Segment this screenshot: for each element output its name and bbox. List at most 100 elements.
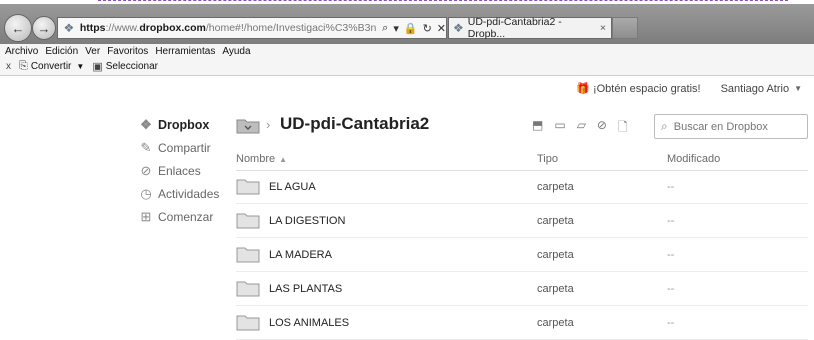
table-row[interactable]: LA MADERA carpeta -- xyxy=(236,238,808,272)
shared-folder-icon[interactable]: ▱ xyxy=(577,118,586,139)
free-space-link[interactable]: ¡Obtén espacio gratis! xyxy=(593,83,701,95)
sidebar-item-comenzar[interactable]: ⊞ Comenzar xyxy=(138,205,233,228)
chevron-down-icon[interactable]: ▼ xyxy=(794,84,802,93)
column-header-name[interactable]: Nombre ▲ xyxy=(236,153,537,165)
account-bar: 🎁 ¡Obtén espacio gratis! Santiago Atrio … xyxy=(576,82,802,96)
folder-icon xyxy=(236,213,260,229)
sidebar-item-label: Dropbox xyxy=(158,117,210,132)
tab-close-icon[interactable]: × xyxy=(600,22,606,34)
forward-arrow-icon: → xyxy=(37,20,51,36)
select-icon: ▣ xyxy=(92,61,103,73)
file-modified: -- xyxy=(667,248,675,261)
page-title: UD-pdi-Cantabria2 xyxy=(280,114,430,133)
activity-icon: ◷ xyxy=(140,185,152,201)
search-box[interactable]: ⌕ xyxy=(654,114,808,139)
file-name[interactable]: LA DIGESTION xyxy=(269,215,537,227)
lock-icon[interactable]: 🔒 xyxy=(404,22,418,35)
dropdown-icon[interactable]: ▾ xyxy=(393,22,399,35)
menubar: Archivo Edición Ver Favoritos Herramient… xyxy=(0,44,814,58)
gift-icon: 🎁 xyxy=(576,83,590,95)
convert-icon: ⎘ xyxy=(19,60,28,72)
sidebar: ❖ Dropbox ✎ Compartir ⊘ Enlaces ◷ Activi… xyxy=(138,113,233,228)
tab-dropbox[interactable]: ❖ UD-pdi-Cantabria2 - Dropb... × xyxy=(448,16,612,40)
file-modified: -- xyxy=(667,180,675,193)
convert-button[interactable]: Convertir xyxy=(31,61,72,72)
forward-button[interactable]: → xyxy=(32,16,56,40)
gift-icon: ⊞ xyxy=(140,208,152,224)
tab-title: UD-pdi-Cantabria2 - Dropb... xyxy=(467,16,562,40)
browser-titlebar: ← → ❖ https://www.dropbox.com/home#!/hom… xyxy=(0,4,814,44)
sort-up-icon: ▲ xyxy=(279,155,288,164)
table-row[interactable]: LOS ANIMALES carpeta -- xyxy=(236,306,808,340)
menu-edicion[interactable]: Edición xyxy=(45,46,78,57)
sidebar-item-label: Actividades xyxy=(158,186,220,201)
file-modified: -- xyxy=(667,282,675,295)
file-modified: -- xyxy=(667,316,675,329)
file-name[interactable]: LA MADERA xyxy=(269,249,537,261)
column-header-type[interactable]: Tipo xyxy=(537,153,667,165)
sidebar-item-actividades[interactable]: ◷ Actividades xyxy=(138,182,233,205)
table-header: Nombre ▲ Tipo Modificado xyxy=(236,148,808,171)
url-path: /home#!/home/Investigaci%C3%B3n%20UAM-UN… xyxy=(205,22,377,34)
address-controls: ⌕ ▾ 🔒 ↻ ✕ xyxy=(382,22,446,35)
address-url[interactable]: https://www.dropbox.com/home#!/home/Inve… xyxy=(80,22,376,34)
file-modified: -- xyxy=(667,214,675,227)
folder-icon xyxy=(236,179,260,195)
menu-ver[interactable]: Ver xyxy=(85,46,100,57)
url-separator: ://www. xyxy=(105,22,140,34)
link-icon: ⊘ xyxy=(140,162,152,178)
table-row[interactable]: EL AGUA carpeta -- xyxy=(236,170,808,204)
file-name[interactable]: EL AGUA xyxy=(269,181,537,193)
search-icon[interactable]: ⌕ xyxy=(382,22,388,35)
folder-icon xyxy=(236,315,260,331)
refresh-icon[interactable]: ↻ xyxy=(423,22,432,35)
user-menu[interactable]: Santiago Atrio xyxy=(721,83,790,95)
file-name[interactable]: LAS PLANTAS xyxy=(269,283,537,295)
menu-herramientas[interactable]: Herramientas xyxy=(155,46,215,57)
column-header-label: Nombre xyxy=(236,153,276,165)
url-scheme: https xyxy=(79,22,106,34)
share-link-icon[interactable]: ⊘ xyxy=(597,118,607,139)
folder-icon xyxy=(236,119,260,134)
sidebar-item-compartir[interactable]: ✎ Compartir xyxy=(138,136,233,159)
search-input[interactable] xyxy=(671,119,798,134)
share-icon: ✎ xyxy=(140,139,152,155)
stop-icon[interactable]: ✕ xyxy=(437,22,446,35)
sidebar-item-dropbox[interactable]: ❖ Dropbox xyxy=(138,113,233,136)
folder-icon xyxy=(236,247,260,263)
address-bar[interactable]: ❖ https://www.dropbox.com/home#!/home/In… xyxy=(57,17,447,39)
file-type: carpeta xyxy=(537,180,574,193)
new-folder-icon[interactable]: ▭ xyxy=(554,118,565,139)
menu-ayuda[interactable]: Ayuda xyxy=(222,46,250,57)
table-row[interactable]: LA DIGESTION carpeta -- xyxy=(236,204,808,238)
folder-actions: ⬒ ▭ ▱ ⊘ 🗋 xyxy=(532,118,628,139)
table-row[interactable]: LAS PLANTAS carpeta -- xyxy=(236,272,808,306)
file-type: carpeta xyxy=(537,248,574,261)
sidebar-item-enlaces[interactable]: ⊘ Enlaces xyxy=(138,159,233,182)
back-button[interactable]: ← xyxy=(4,14,32,42)
convert-dropdown-icon[interactable]: ▼ xyxy=(76,62,84,71)
file-list: EL AGUA carpeta -- LA DIGESTION carpeta … xyxy=(236,170,808,340)
menu-favoritos[interactable]: Favoritos xyxy=(107,46,148,57)
deleted-files-icon[interactable]: 🗋 xyxy=(618,118,628,139)
file-name[interactable]: LOS ANIMALES xyxy=(269,317,537,329)
sidebar-item-label: Compartir xyxy=(158,140,211,155)
dropbox-favicon-icon: ❖ xyxy=(453,21,464,35)
url-host: dropbox.com xyxy=(139,22,206,34)
search-icon: ⌕ xyxy=(661,119,668,133)
upload-icon[interactable]: ⬒ xyxy=(532,118,543,139)
file-type: carpeta xyxy=(537,214,574,227)
back-arrow-icon: ← xyxy=(11,20,25,36)
new-tab-button[interactable] xyxy=(612,17,638,39)
file-type: carpeta xyxy=(537,282,574,295)
folder-header: › UD-pdi-Cantabria2 ⬒ ▭ ▱ ⊘ 🗋 ⌕ xyxy=(236,114,808,139)
sidebar-item-label: Enlaces xyxy=(158,163,201,178)
menu-archivo[interactable]: Archivo xyxy=(5,46,38,57)
sidebar-item-label: Comenzar xyxy=(158,209,214,224)
close-icon[interactable]: x xyxy=(6,61,11,72)
select-button[interactable]: Seleccionar xyxy=(106,61,158,72)
file-type: carpeta xyxy=(537,316,574,329)
dropbox-icon: ❖ xyxy=(140,116,152,132)
column-header-modified[interactable]: Modificado xyxy=(667,153,808,165)
folder-icon xyxy=(236,281,260,297)
